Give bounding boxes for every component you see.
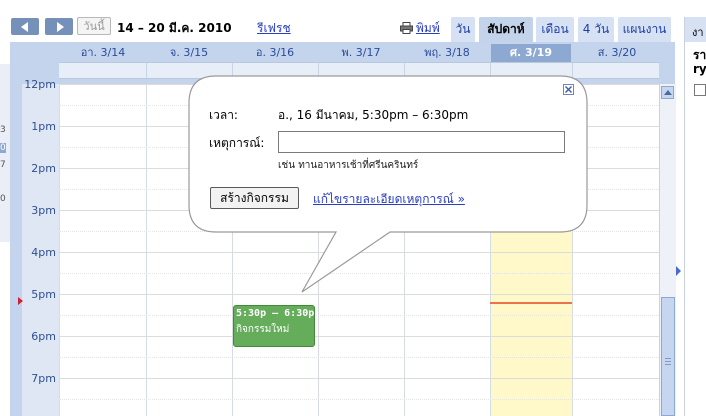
right-side-panel: งา รา ry bbox=[684, 17, 706, 416]
hour-label: 4pm bbox=[31, 246, 56, 259]
scroll-up-icon[interactable] bbox=[661, 86, 674, 99]
hour-label: 1pm bbox=[31, 120, 56, 133]
create-event-button[interactable]: สร้างกิจกรรม bbox=[210, 187, 299, 209]
expand-right-panel-icon[interactable] bbox=[676, 266, 681, 276]
when-label: เวลา: bbox=[209, 108, 238, 122]
tab-agenda[interactable]: แผนงาน bbox=[618, 17, 671, 42]
edit-event-details-link[interactable]: แก้ไขรายละเอียดเหตุการณ์ » bbox=[313, 190, 465, 209]
event-title-input[interactable] bbox=[278, 131, 565, 153]
previous-week-button[interactable] bbox=[11, 18, 39, 35]
printer-icon bbox=[400, 22, 413, 34]
hour-label: 6pm bbox=[31, 330, 56, 343]
hour-label: 7pm bbox=[31, 372, 56, 385]
day-header-mon[interactable]: จ. 3/15 bbox=[147, 44, 231, 62]
mini-date[interactable]: 0 bbox=[0, 143, 6, 153]
mini-date[interactable]: 3 bbox=[0, 125, 6, 135]
hour-label: 12pm bbox=[24, 78, 56, 91]
input-hint: เช่น ทานอาหารเช้าที่ศรีนครินทร์ bbox=[278, 160, 419, 171]
hour-label: 2pm bbox=[31, 162, 56, 175]
quick-add-popup: เวลา: อ., 16 มีนาคม, 5:30pm – 6:30pm เหต… bbox=[189, 76, 587, 232]
current-time-marker-icon bbox=[18, 297, 23, 305]
refresh-link[interactable]: รีเฟรช bbox=[257, 19, 291, 38]
grid-scrollbar[interactable] bbox=[659, 84, 676, 416]
print-link[interactable]: พิมพ์ bbox=[400, 19, 440, 38]
day-header-thu[interactable]: พฤ. 3/18 bbox=[405, 44, 489, 62]
tab-4days[interactable]: 4 วัน bbox=[578, 17, 614, 42]
hour-label: 3pm bbox=[31, 204, 56, 217]
next-week-button[interactable] bbox=[45, 18, 73, 35]
day-header-sun[interactable]: อา. 3/14 bbox=[61, 44, 145, 62]
arrow-right-icon bbox=[57, 22, 64, 32]
tab-day[interactable]: วัน bbox=[451, 17, 475, 42]
right-panel-checkbox[interactable] bbox=[694, 84, 706, 96]
day-header-fri-today[interactable]: ศ. 3/19 bbox=[491, 44, 571, 62]
mini-date[interactable]: 0 bbox=[0, 194, 6, 204]
what-label: เหตุการณ์: bbox=[209, 136, 265, 150]
date-range-title: 14 – 20 มี.ค. 2010 bbox=[117, 21, 232, 35]
arrow-left-icon bbox=[21, 22, 28, 32]
event-time: 5:30p – 6:30p bbox=[236, 308, 315, 319]
today-button[interactable]: วันนี้ bbox=[77, 17, 111, 35]
right-panel-text: ry bbox=[693, 62, 706, 76]
day-header-sat[interactable]: ส. 3/20 bbox=[575, 44, 659, 62]
tab-month[interactable]: เดือน bbox=[536, 17, 574, 42]
when-value: อ., 16 มีนาคม, 5:30pm – 6:30pm bbox=[278, 108, 469, 122]
day-header-wed[interactable]: พ. 3/17 bbox=[319, 44, 403, 62]
tab-week[interactable]: สัปดาห์ bbox=[479, 17, 533, 42]
print-label: พิมพ์ bbox=[416, 21, 440, 35]
day-header-tue[interactable]: อ. 3/16 bbox=[233, 44, 317, 62]
mini-date[interactable]: 7 bbox=[0, 160, 6, 170]
right-panel-tab[interactable]: งา bbox=[692, 23, 704, 41]
close-icon[interactable] bbox=[563, 84, 574, 95]
scroll-thumb[interactable] bbox=[661, 297, 675, 416]
new-event-block[interactable]: 5:30p – 6:30p กิจกรรมใหม่ bbox=[233, 305, 315, 347]
event-title: กิจกรรมใหม่ bbox=[236, 324, 290, 335]
current-time-line bbox=[490, 302, 572, 304]
